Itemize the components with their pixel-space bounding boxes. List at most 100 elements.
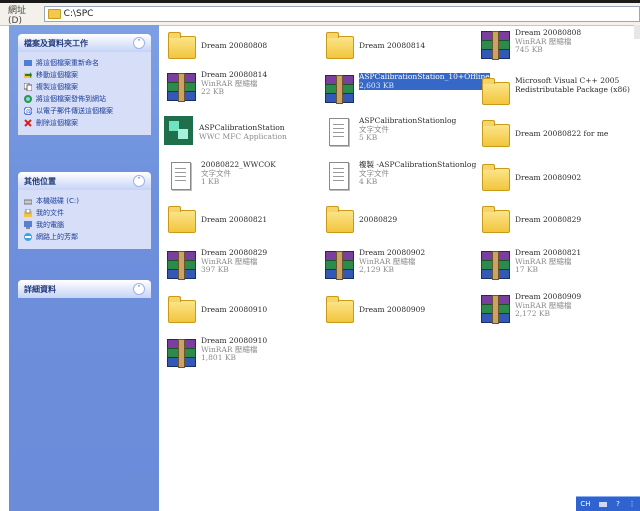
details-header[interactable]: 詳細資料 ˇ: [18, 280, 151, 298]
folder-icon: [482, 164, 510, 191]
file-item[interactable]: Dream 20080829: [479, 205, 581, 235]
keyboard-icon[interactable]: [599, 501, 608, 507]
file-item[interactable]: Dream 20080821: [165, 205, 267, 235]
place-network[interactable]: 網路上的芳鄰: [24, 231, 145, 242]
file-item[interactable]: Dream 20080902 WinRAR 壓縮檔 2,129 KB: [323, 248, 425, 280]
task-email[interactable]: @ 以電子郵件傳送這個檔案: [24, 105, 145, 116]
file-item[interactable]: Dream 20080814 WinRAR 壓縮檔 22 KB: [165, 70, 267, 102]
task-label: 將這個檔案重新命名: [36, 58, 99, 67]
file-name: Dream 20080909: [359, 304, 426, 314]
drive-icon: [24, 199, 32, 204]
place-label: 網路上的芳鄰: [36, 232, 78, 241]
winrar-icon: [325, 251, 354, 280]
collapse-chevron-icon[interactable]: ˆ: [133, 37, 145, 49]
file-item[interactable]: ASPCalibrationStation WWC MFC Application: [163, 115, 287, 145]
file-item[interactable]: Dream 20080829 WinRAR 壓縮檔 397 KB: [165, 248, 267, 280]
folder-icon: [168, 296, 196, 323]
place-local-disk[interactable]: 本機磁碟 (C:): [24, 195, 145, 206]
file-item-selected[interactable]: ASPCalibrationStation_10+Offline 2,603 KB: [323, 72, 490, 104]
file-name: Dream 20080910: [201, 304, 268, 314]
language-label[interactable]: CH: [580, 500, 590, 508]
svg-text:@: @: [26, 108, 32, 115]
help-icon[interactable]: ?: [616, 500, 620, 508]
winrar-icon: [167, 339, 196, 368]
winrar-icon: [481, 295, 510, 324]
move-icon: [24, 71, 32, 78]
file-type: WWC MFC Application: [199, 131, 287, 141]
folder-icon: [47, 9, 61, 19]
file-size: 2,603 KB: [359, 81, 490, 90]
file-item[interactable]: 20080822_WWCOK 文字文件 1 KB: [165, 160, 276, 191]
folder-icon: [168, 32, 196, 59]
app-icon: [164, 116, 193, 145]
file-size: 5 KB: [359, 133, 378, 142]
other-places-header[interactable]: 其他位置 ˆ: [18, 172, 151, 190]
file-item[interactable]: Dream 20080910 WinRAR 壓縮檔 1,801 KB: [165, 336, 267, 368]
address-field[interactable]: C:\SPC: [43, 6, 640, 22]
file-name: Dream 20080821: [201, 214, 268, 224]
address-path: C:\SPC: [63, 9, 94, 19]
text-document-icon: [329, 118, 349, 146]
collapse-chevron-icon[interactable]: ˆ: [133, 175, 145, 187]
task-move[interactable]: 移動這個檔案: [24, 69, 145, 80]
file-list: Dream 20080808 Dream 20080814 Dream 2008…: [159, 25, 640, 511]
file-item[interactable]: 20080829: [323, 205, 397, 235]
task-copy[interactable]: 複製這個檔案: [24, 81, 145, 92]
folder-icon: [168, 206, 196, 233]
file-name: 20080829: [359, 214, 398, 224]
file-name: Microsoft Visual C++ 2005 Redistributabl…: [515, 76, 630, 94]
place-my-documents[interactable]: 我的文件: [24, 207, 145, 218]
file-item[interactable]: Dream 20080808 WinRAR 壓縮檔 745 KB: [479, 28, 581, 60]
file-size: 1,801 KB: [201, 353, 236, 362]
file-item[interactable]: Dream 20080821 WinRAR 壓縮檔 17 KB: [479, 248, 581, 280]
place-label: 我的電腦: [36, 220, 64, 229]
file-tasks-title: 檔案及資料夾工作: [24, 38, 88, 48]
file-item[interactable]: Dream 20080909: [323, 295, 425, 325]
text-document-icon: [171, 162, 191, 190]
file-item[interactable]: Dream 20080808: [165, 31, 267, 61]
file-name: Dream 20080829: [515, 214, 582, 224]
file-size: 745 KB: [515, 45, 543, 54]
network-places-icon: [24, 232, 32, 241]
winrar-icon: [325, 75, 354, 104]
task-delete[interactable]: 刪除這個檔案: [24, 117, 145, 128]
file-item[interactable]: Dream 20080814: [323, 31, 425, 61]
task-rename[interactable]: 將這個檔案重新命名: [24, 57, 145, 68]
winrar-icon: [481, 251, 510, 280]
file-item[interactable]: Dream 20080822 for me: [479, 119, 608, 149]
task-label: 移動這個檔案: [36, 70, 78, 79]
place-my-computer[interactable]: 我的電腦: [24, 219, 145, 230]
file-item[interactable]: 複製 -ASPCalibrationStationlog 文字文件 4 KB: [323, 160, 476, 191]
my-computer-icon: [24, 220, 32, 229]
address-label: 網址(D): [8, 5, 27, 26]
file-tasks-header[interactable]: 檔案及資料夾工作 ˆ: [18, 34, 151, 52]
place-label: 我的文件: [36, 208, 64, 217]
winrar-icon: [481, 31, 510, 60]
file-item[interactable]: Dream 20080902: [479, 163, 581, 193]
folder-icon: [482, 78, 510, 105]
options-icon[interactable]: ⋮: [629, 500, 636, 508]
file-tasks-group: 檔案及資料夾工作 ˆ 將這個檔案重新命名 移動這個檔案 複製這個檔案 將這個檔案…: [18, 34, 151, 135]
language-bar[interactable]: CH ? ⋮: [576, 496, 640, 511]
file-size: 2,129 KB: [359, 265, 394, 274]
file-item[interactable]: Dream 20080910: [165, 295, 267, 325]
folder-icon: [482, 120, 510, 147]
file-size: 397 KB: [201, 265, 229, 274]
file-item[interactable]: Dream 20080909 WinRAR 壓縮檔 2,172 KB: [479, 292, 581, 324]
file-item[interactable]: Microsoft Visual C++ 2005 Redistributabl…: [479, 76, 635, 107]
delete-icon: [24, 118, 32, 127]
winrar-icon: [167, 251, 196, 280]
folder-icon: [482, 206, 510, 233]
file-name: Dream 20080808: [201, 40, 268, 50]
other-places-group: 其他位置 ˆ 本機磁碟 (C:) 我的文件 我的電腦 網路上的芳鄰: [18, 172, 151, 249]
file-item[interactable]: ASPCalibrationStationlog 文字文件 5 KB: [323, 116, 456, 147]
folder-icon: [326, 206, 354, 233]
file-name: Dream 20080902: [515, 172, 582, 182]
details-group: 詳細資料 ˇ: [18, 280, 151, 298]
task-label: 將這個檔案發佈到網站: [36, 94, 106, 103]
task-label: 刪除這個檔案: [36, 118, 78, 127]
email-icon: @: [24, 106, 32, 115]
file-size: 2,172 KB: [515, 309, 550, 318]
expand-chevron-icon[interactable]: ˇ: [133, 283, 145, 295]
task-publish[interactable]: 將這個檔案發佈到網站: [24, 93, 145, 104]
